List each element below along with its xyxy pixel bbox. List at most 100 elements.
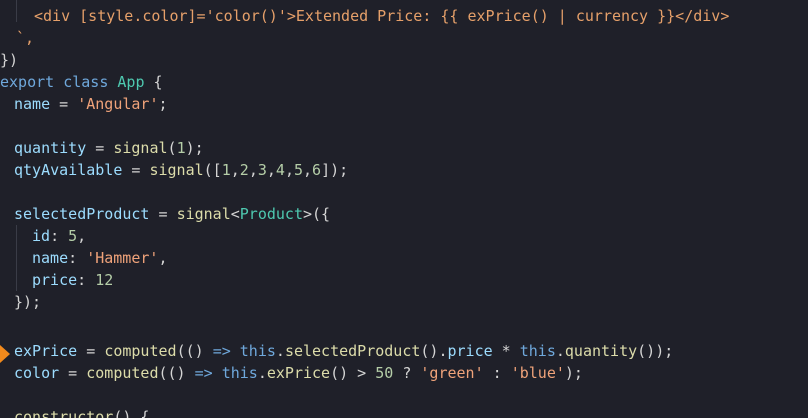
code-token: : [77,271,96,289]
code-token: ); [185,139,204,157]
code-token: ( [167,139,177,157]
code-token: , [248,161,258,179]
code-token: 3 [257,161,267,179]
code-token: 1 [176,139,186,157]
code-token: (() [158,364,195,382]
code-token: 'blue' [510,364,565,382]
code-token: . [257,364,267,382]
code-token: id [32,227,51,245]
code-token: ()); [637,342,674,360]
code-token: => [194,364,213,382]
code-token: 5 [293,161,303,179]
code-token: () > [330,364,376,382]
code-line-quantity[interactable]: quantity = signal(1); [14,137,204,159]
code-token: App [117,73,145,91]
code-token: = [122,161,150,179]
code-editor[interactable]: <div [style.color]='color()'>Extended Pr… [0,0,808,418]
code-line-signal-close[interactable]: }); [14,291,41,313]
code-token: name [14,95,51,113]
code-token: , [77,227,87,245]
code-token: , [284,161,294,179]
code-token: 4 [275,161,285,179]
code-token: price [447,342,493,360]
code-token: (() [176,342,213,360]
code-token: : [483,364,511,382]
code-token: 1 [221,161,231,179]
code-token: 6 [312,161,322,179]
code-token: . [555,342,565,360]
scrollbar[interactable] [794,0,808,418]
code-line-id[interactable]: id: 5, [32,225,86,247]
code-line-decorator-close[interactable]: }) [0,49,18,71]
code-token: 'Hammer' [86,249,159,267]
code-token: signal [176,205,231,223]
code-token: , [303,161,313,179]
code-token: ); [564,364,583,382]
code-token: exPrice [14,342,78,360]
code-line-price[interactable]: price: 12 [32,269,113,291]
code-token: ([ [203,161,222,179]
code-token: 5 [68,227,78,245]
code-token: qtyAvailable [14,161,123,179]
code-line-template-end[interactable]: `, [16,27,34,49]
code-token: 'Angular' [77,95,159,113]
code-token: 12 [95,271,114,289]
code-token: => [212,342,231,360]
code-token: Product [239,205,303,223]
code-line-constructor[interactable]: constructor() { [14,406,149,418]
code-line-product-name[interactable]: name: 'Hammer', [32,247,167,269]
code-token: ]); [321,161,349,179]
code-token: }); [14,293,42,311]
code-token: selectedProduct [284,342,421,360]
code-token: = [77,342,105,360]
code-token: = [86,139,114,157]
code-token: ? [393,364,421,382]
code-token: quantity [564,342,638,360]
code-token: : [68,249,87,267]
code-token: : [50,227,69,245]
code-token: quantity [14,139,87,157]
code-token: price [32,271,78,289]
code-line-ex-price[interactable]: exPrice = computed(() => this.selectedPr… [14,340,673,362]
code-line-name[interactable]: name = 'Angular'; [14,93,168,115]
code-token: 2 [239,161,249,179]
code-token: = [50,95,78,113]
code-token: ; [158,95,168,113]
code-token: selectedProduct [14,205,150,223]
code-token: = [59,364,87,382]
indent-guide [16,225,17,291]
code-token: < [230,205,240,223]
code-line-qty-available[interactable]: qtyAvailable = signal([1,2,3,4,5,6]); [14,159,348,181]
code-token: name [32,249,69,267]
code-token: computed [104,342,177,360]
code-token: 50 [375,364,394,382]
code-token: export [0,73,64,91]
code-token: this [239,342,276,360]
code-token: `, [16,29,35,47]
code-token: <div [style.color]='color()'>Extended Pr… [34,7,730,25]
code-token: , [230,161,240,179]
code-token: , [266,161,276,179]
code-token: this [519,342,556,360]
code-token: constructor [14,408,114,418]
current-line-marker-icon [0,345,10,363]
code-line-selected-product[interactable]: selectedProduct = signal<Product>({ [14,203,330,225]
code-token: }) [0,51,19,69]
code-token: exPrice [266,364,331,382]
code-token: >({ [303,205,331,223]
code-line-color[interactable]: color = computed(() => this.exPrice() > … [14,362,583,384]
code-token: , [158,249,168,267]
code-line-template-div[interactable]: <div [style.color]='color()'>Extended Pr… [34,5,729,27]
code-token: * [492,342,520,360]
code-token: { [144,73,163,91]
code-token: () { [113,408,150,418]
code-token: signal [149,161,204,179]
code-token: (). [420,342,448,360]
code-token: signal [113,139,168,157]
code-token: . [275,342,285,360]
code-line-class-decl[interactable]: export class App { [0,71,163,93]
code-token: computed [86,364,159,382]
code-token: = [149,205,177,223]
code-token: 'green' [420,364,484,382]
